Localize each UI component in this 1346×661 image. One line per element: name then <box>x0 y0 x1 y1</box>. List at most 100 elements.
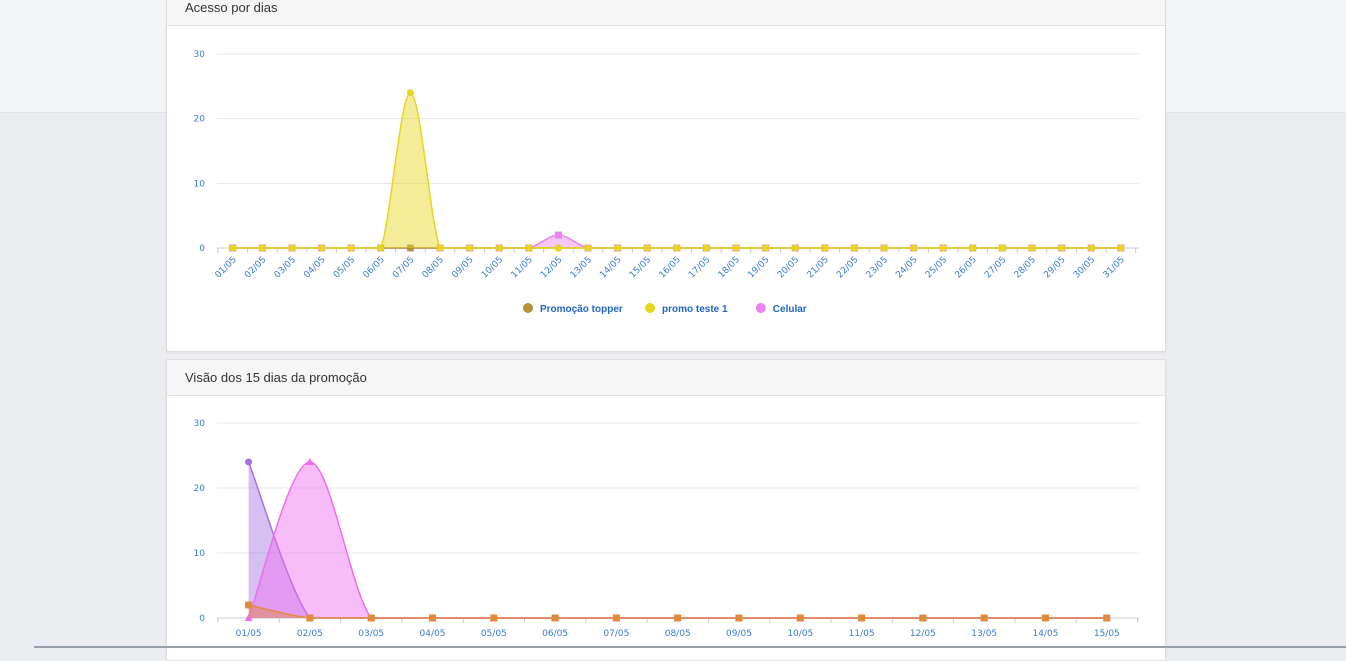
data-point <box>969 244 977 252</box>
x-tick-label: 06/05 <box>542 629 568 639</box>
legend-label: Promoção topper <box>540 304 623 315</box>
legend-label: Celular <box>773 304 807 315</box>
data-point <box>614 244 622 252</box>
chart-visao-15-dias: 0 10 20 30 01/05 02/05 03/05 04/05 05/05 06/05 07/… <box>194 419 1139 639</box>
y-tick-label: 30 <box>194 50 206 60</box>
data-point <box>702 244 710 252</box>
chart-acesso-por-dias: 0 10 20 30 01/05 02/05 03/05 04/05 05/05 06/05 07/… <box>194 50 1139 315</box>
y-tick-label: 30 <box>194 419 206 429</box>
data-point <box>288 244 296 252</box>
data-point <box>762 244 770 252</box>
x-tick-label: 04/05 <box>420 629 446 639</box>
legend-marker <box>755 303 766 313</box>
data-point <box>735 614 743 622</box>
x-tick-label: 28/05 <box>1013 255 1038 280</box>
x-tick-label: 31/05 <box>1102 255 1127 280</box>
y-tick-label: 10 <box>194 179 206 189</box>
legend-marker <box>645 303 655 313</box>
data-point <box>998 244 1006 252</box>
series-area <box>248 462 1107 618</box>
x-tick-label: 03/05 <box>358 629 384 639</box>
x-tick-label: 25/05 <box>924 255 949 280</box>
x-tick-label: 18/05 <box>717 255 742 280</box>
x-tick-label: 03/05 <box>273 255 298 280</box>
x-tick-label: 12/05 <box>539 255 564 280</box>
x-tick-label: 07/05 <box>391 255 416 280</box>
x-tick-label: 05/05 <box>332 255 357 280</box>
x-tick-label: 29/05 <box>1042 255 1067 280</box>
y-tick-label: 0 <box>199 614 205 624</box>
data-point <box>910 244 918 252</box>
data-point <box>584 244 592 252</box>
x-tick-label: 09/05 <box>450 255 475 280</box>
data-point <box>258 244 266 252</box>
data-point <box>1103 614 1111 622</box>
x-tick-label: 06/05 <box>362 255 387 280</box>
x-tick-label: 11/05 <box>510 255 535 280</box>
series-area <box>232 92 1121 248</box>
data-point <box>673 244 681 252</box>
x-tick-label: 05/05 <box>481 629 507 639</box>
data-point <box>919 614 927 622</box>
data-point <box>612 614 620 622</box>
data-point <box>347 244 355 252</box>
data-point <box>436 244 444 252</box>
data-point <box>306 614 314 622</box>
x-tick-label: 23/05 <box>865 255 890 280</box>
data-point <box>674 614 682 622</box>
data-point <box>377 244 385 252</box>
x-tick-label: 17/05 <box>687 255 712 280</box>
data-point <box>551 614 559 622</box>
x-tick-label: 08/05 <box>665 629 691 639</box>
data-point <box>429 614 436 622</box>
x-tick-label: 27/05 <box>983 255 1008 280</box>
data-point <box>318 244 326 252</box>
data-point <box>980 614 988 622</box>
x-tick-label: 20/05 <box>776 255 801 280</box>
data-point <box>1058 244 1066 252</box>
legend-marker <box>523 303 533 313</box>
x-tick-label: 10/05 <box>480 255 505 280</box>
x-tick-label: 26/05 <box>954 255 979 280</box>
data-point <box>525 244 533 252</box>
x-tick-label: 02/05 <box>243 255 268 280</box>
y-tick-label: 10 <box>194 549 206 559</box>
data-point <box>643 244 651 252</box>
x-tick-label: 13/05 <box>569 255 594 280</box>
series-line <box>247 461 1107 619</box>
x-tick-label: 14/05 <box>598 255 623 280</box>
data-point <box>1028 244 1036 252</box>
x-tick-label: 30/05 <box>1072 255 1097 280</box>
x-tick-label: 08/05 <box>421 255 446 280</box>
x-tick-label: 01/05 <box>236 629 262 639</box>
x-tick-label: 15/05 <box>1094 629 1120 639</box>
x-tick-label: 09/05 <box>726 629 752 639</box>
y-tick-label: 20 <box>194 484 206 494</box>
panel-title: Acesso por dias <box>167 0 1165 26</box>
series-line <box>232 92 1121 249</box>
data-point <box>1042 614 1049 622</box>
x-tick-label: 04/05 <box>302 255 327 280</box>
x-tick-label: 16/05 <box>658 255 683 280</box>
panel-title: Visão dos 15 dias da promoção <box>167 360 1165 396</box>
x-tick-label: 24/05 <box>894 255 919 280</box>
data-point <box>229 244 237 252</box>
x-tick-label: 07/05 <box>603 629 629 639</box>
series-line <box>247 461 1107 619</box>
panel-acesso-por-dias: Acesso por dias 0 10 20 30 01/05 02/05 03/05 04… <box>166 0 1166 352</box>
data-point <box>490 614 498 622</box>
data-point <box>245 458 253 466</box>
data-point <box>1087 244 1095 252</box>
x-tick-label: 21/05 <box>806 255 831 280</box>
y-tick-label: 0 <box>199 244 205 254</box>
data-point <box>858 614 866 622</box>
x-tick-label: 11/05 <box>849 629 875 639</box>
x-tick-label: 13/05 <box>971 629 997 639</box>
data-point <box>732 244 740 252</box>
data-point <box>245 601 253 609</box>
data-point <box>495 244 503 252</box>
data-point <box>880 244 888 252</box>
x-tick-label: 02/05 <box>297 629 323 639</box>
data-point <box>850 244 858 252</box>
x-tick-label: 12/05 <box>910 629 936 639</box>
